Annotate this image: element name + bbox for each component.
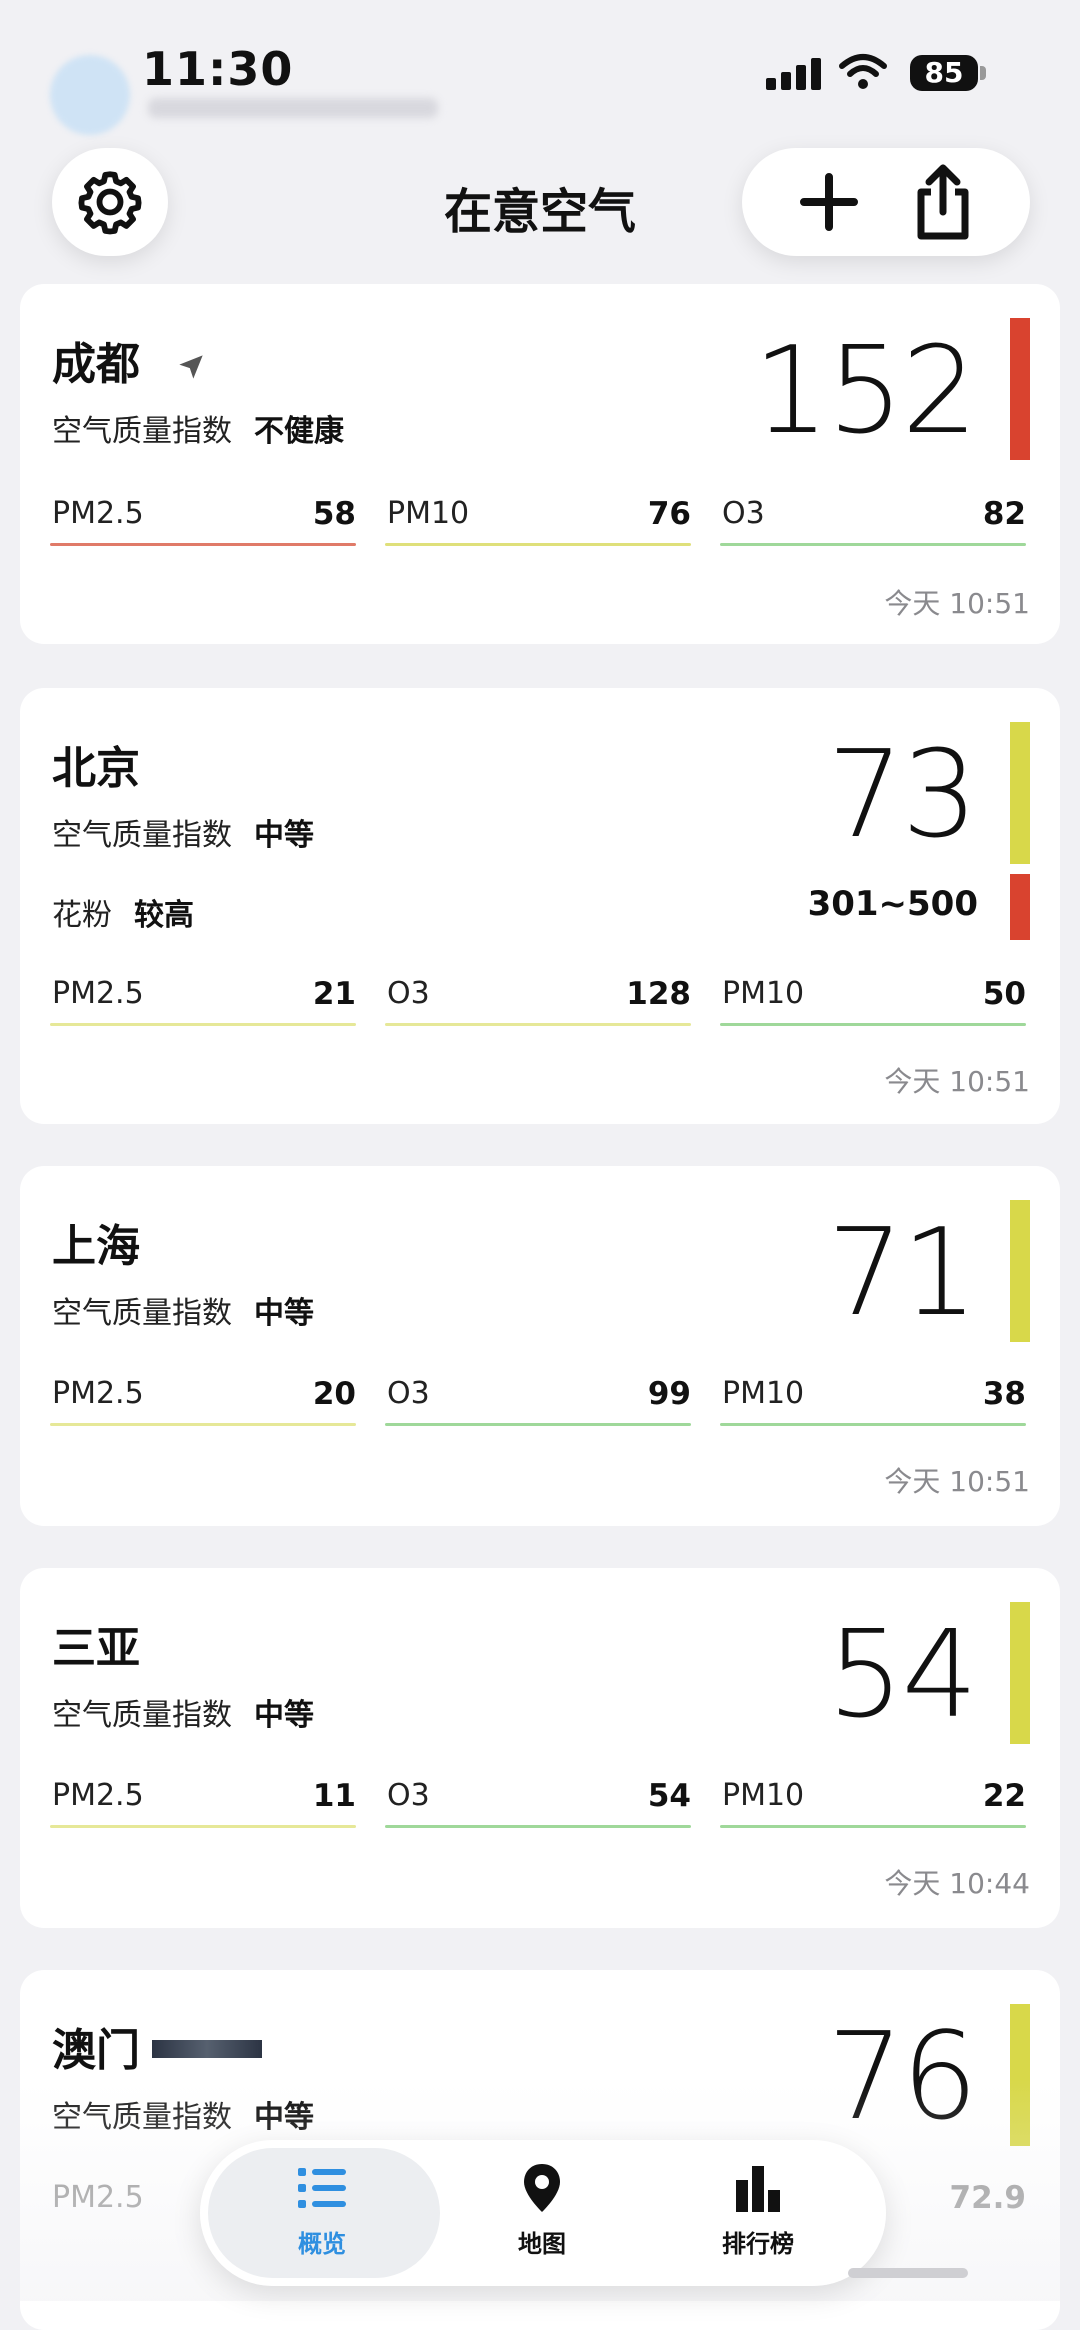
battery-icon: 85 — [910, 55, 978, 91]
aqi-level-bar — [1010, 722, 1030, 864]
share-icon[interactable] — [911, 162, 975, 242]
aqi-label: 空气质量指数 — [52, 1296, 232, 1331]
metric-pm25: PM2.5 20 — [50, 1376, 356, 1426]
city-name: 北京 — [52, 743, 140, 794]
plus-icon[interactable] — [798, 171, 860, 233]
pollen-level: 较高 — [134, 898, 194, 933]
update-time: 今天 10:51 — [884, 587, 1030, 620]
tab-bar: 概览 地图 排行榜 — [200, 2140, 886, 2286]
metric-o3: O3 54 — [385, 1778, 691, 1828]
tab-overview[interactable]: 概览 — [232, 2160, 412, 2259]
aqi-label: 空气质量指数 — [52, 1698, 232, 1733]
aqi-level: 中等 — [254, 1296, 314, 1331]
aqi-level: 中等 — [254, 1698, 314, 1733]
metric-o3: O3 82 — [720, 496, 1026, 546]
list-icon — [298, 2168, 346, 2208]
aqi-level-bar — [1010, 318, 1030, 460]
location-arrow-icon — [179, 355, 203, 379]
tab-map[interactable]: 地图 — [452, 2160, 632, 2259]
city-card-shanghai[interactable]: 上海 空气质量指数 中等 71 PM2.5 20 O3 99 PM10 38 今天 10… — [20, 1166, 1060, 1526]
city-name: 成都 — [52, 339, 140, 390]
battery-tip — [980, 66, 986, 80]
aqi-label: 空气质量指数 — [52, 414, 232, 449]
metric-pm10: PM10 50 — [720, 976, 1026, 1026]
metric-pm25: PM2.5 58 — [50, 496, 356, 546]
aqi-level: 中等 — [254, 2100, 314, 2135]
update-time: 今天 10:44 — [884, 1867, 1030, 1900]
signal-icon — [766, 58, 826, 90]
status-bar: 11:30 85 — [0, 0, 1080, 150]
notification-text — [148, 98, 438, 118]
aqi-value: 54 — [827, 1606, 978, 1745]
aqi-level-bar — [1010, 2004, 1030, 2146]
update-time: 今天 10:51 — [884, 1465, 1030, 1498]
status-time: 11:30 — [142, 42, 294, 96]
pollen-level-bar — [1010, 874, 1030, 940]
tab-label: 概览 — [298, 2230, 346, 2258]
aqi-value: 152 — [752, 322, 978, 461]
city-card-chengdu[interactable]: 成都 空气质量指数 不健康 152 PM2.5 58 PM10 76 O3 82 今天 … — [20, 284, 1060, 644]
aqi-level-bar — [1010, 1200, 1030, 1342]
aqi-level-bar — [1010, 1602, 1030, 1744]
tab-ranking[interactable]: 排行榜 — [668, 2160, 848, 2259]
notification-avatar — [50, 55, 130, 135]
aqi-value: 73 — [827, 726, 978, 865]
metric-pm25: PM2.5 21 — [50, 976, 356, 1026]
city-card-sanya[interactable]: 三亚 空气质量指数 中等 54 PM2.5 11 O3 54 PM10 22 今天 10… — [20, 1568, 1060, 1928]
aqi-level: 中等 — [254, 818, 314, 853]
aqi-label: 空气质量指数 — [52, 2100, 232, 2135]
city-card-beijing[interactable]: 北京 空气质量指数 中等 73 花粉 较高 301~500 PM2.5 21 O3 12… — [20, 688, 1060, 1124]
wifi-icon — [839, 54, 887, 89]
metric-pm10: PM10 76 — [385, 496, 691, 546]
map-pin-icon — [524, 2164, 560, 2212]
metric-pm10: PM10 22 — [720, 1778, 1026, 1828]
metric-o3: O3 99 — [385, 1376, 691, 1426]
metric-pm25: PM2.5 11 — [50, 1778, 356, 1828]
pollen-label: 花粉 — [52, 898, 112, 933]
bar-chart-icon — [736, 2166, 780, 2212]
metric-o3: O3 128 — [385, 976, 691, 1026]
pollen-value: 301~500 — [807, 884, 978, 924]
metric-pm10: PM10 38 — [720, 1376, 1026, 1426]
city-name: 三亚 — [52, 1623, 140, 1674]
header-actions — [742, 148, 1030, 256]
aqi-value: 71 — [827, 1204, 978, 1343]
redacted-badge — [152, 2040, 262, 2058]
aqi-label: 空气质量指数 — [52, 818, 232, 853]
tab-label: 地图 — [518, 2230, 566, 2258]
city-name: 上海 — [52, 1221, 140, 1272]
update-time: 今天 10:51 — [884, 1065, 1030, 1098]
aqi-value: 76 — [827, 2008, 978, 2147]
city-name: 澳门 — [52, 2025, 140, 2076]
home-indicator — [848, 2268, 968, 2278]
aqi-level: 不健康 — [254, 414, 344, 449]
tab-label: 排行榜 — [722, 2230, 794, 2258]
